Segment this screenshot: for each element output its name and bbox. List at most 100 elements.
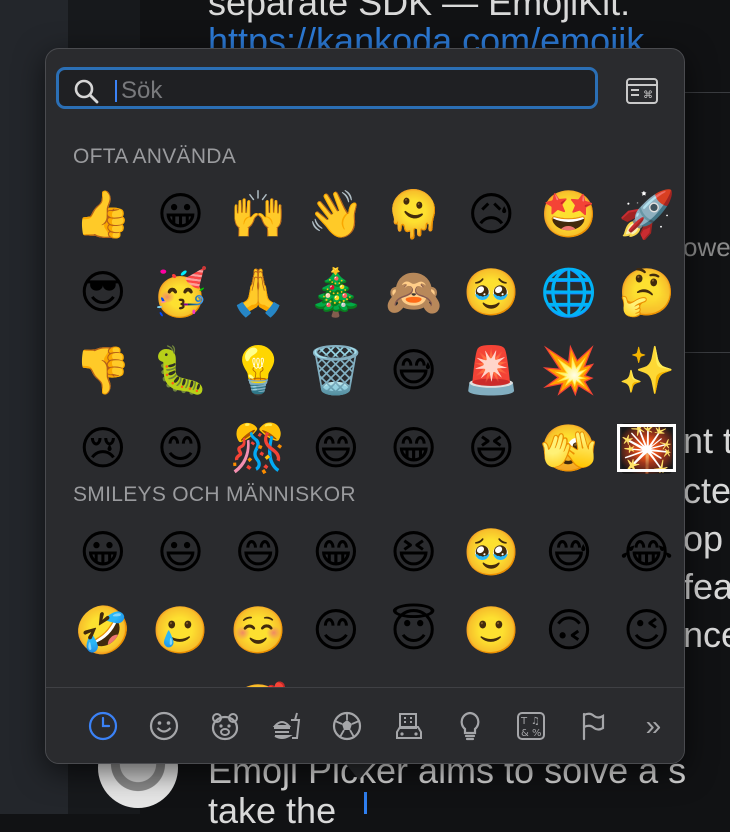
- tab-smileys[interactable]: [133, 695, 194, 757]
- emoji-glyph: 😊: [156, 421, 205, 475]
- emoji-button[interactable]: 😊: [297, 591, 375, 669]
- emoji-button[interactable]: 🥳: [142, 253, 220, 331]
- emoji-button[interactable]: 🎇: [608, 409, 684, 487]
- emoji-button[interactable]: 🚨: [452, 331, 530, 409]
- emoji-glyph: 🙏: [229, 265, 287, 319]
- tab-animals[interactable]: [194, 695, 255, 757]
- emoji-glyph: 🎄: [307, 265, 365, 319]
- flag-icon: [583, 712, 605, 740]
- emoji-button[interactable]: 🙂: [452, 591, 530, 669]
- emoji-button[interactable]: 🌐: [530, 253, 608, 331]
- emoji-button[interactable]: 🥹: [452, 513, 530, 591]
- svg-text:%: %: [532, 728, 542, 739]
- emoji-button[interactable]: 😃: [142, 513, 220, 591]
- emoji-button[interactable]: 😁: [375, 409, 453, 487]
- emoji-glyph: 😄: [311, 421, 360, 475]
- emoji-button[interactable]: 👎: [64, 331, 142, 409]
- emoji-button[interactable]: 🗑️: [297, 331, 375, 409]
- emoji-button[interactable]: 🙈: [375, 253, 453, 331]
- emoji-button[interactable]: 😉: [608, 591, 684, 669]
- emoji-button[interactable]: 🙌: [219, 175, 297, 253]
- emoji-glyph: 🤣: [74, 603, 132, 657]
- emoji-button[interactable]: 🥹: [452, 253, 530, 331]
- emoji-glyph: 😄: [234, 525, 283, 579]
- emoji-glyph: 😇: [389, 603, 438, 657]
- tab-symbols[interactable]: T ♫ &%: [500, 695, 561, 757]
- emoji-button[interactable]: 🚀: [608, 175, 684, 253]
- emoji-button[interactable]: 😅: [530, 513, 608, 591]
- character-viewer-icon[interactable]: ⌘: [626, 78, 658, 104]
- emoji-button[interactable]: 🎊: [219, 409, 297, 487]
- emoji-button[interactable]: 😥: [452, 175, 530, 253]
- emoji-glyph: 🙈: [384, 265, 443, 319]
- tab-travel[interactable]: [378, 695, 439, 757]
- svg-text:&: &: [521, 728, 529, 739]
- emoji-glyph: 😅: [544, 525, 593, 579]
- emoji-button[interactable]: 😢: [64, 409, 142, 487]
- emoji-glyph: 👋: [307, 187, 365, 241]
- emoji-button[interactable]: ✨: [608, 331, 684, 409]
- more-categories-button[interactable]: »: [623, 695, 684, 757]
- svg-text:♫: ♫: [531, 716, 540, 727]
- emoji-glyph: 🎇: [617, 421, 677, 475]
- emoji-button[interactable]: 😀: [64, 513, 142, 591]
- emoji-glyph: 🚨: [462, 343, 520, 397]
- tab-flags[interactable]: [562, 695, 623, 757]
- emoji-button[interactable]: 💡: [219, 331, 297, 409]
- symbols-icon: T ♫&%: [517, 711, 546, 740]
- emoji-glyph: 🐛: [151, 343, 210, 397]
- emoji-button[interactable]: 😆: [375, 513, 453, 591]
- emoji-button[interactable]: 🎄: [297, 253, 375, 331]
- emoji-button[interactable]: 😄: [297, 409, 375, 487]
- section-title-frequently-used: OFTA ANVÄNDA: [73, 145, 237, 168]
- emoji-glyph: 🙃: [544, 603, 593, 657]
- clock-icon: [88, 711, 117, 740]
- search-icon: [74, 79, 99, 104]
- emoji-button[interactable]: 😄: [219, 513, 297, 591]
- emoji-glyph: 💡: [229, 343, 287, 397]
- search-field[interactable]: [56, 67, 598, 109]
- emoji-button[interactable]: 👋: [297, 175, 375, 253]
- emoji-button[interactable]: 💥: [530, 331, 608, 409]
- emoji-button[interactable]: 🙏: [219, 253, 297, 331]
- emoji-glyph: 😀: [78, 525, 127, 579]
- emoji-button[interactable]: 👍: [64, 175, 142, 253]
- search-input[interactable]: [119, 74, 583, 108]
- tab-activity[interactable]: [317, 695, 378, 757]
- tab-recent[interactable]: [72, 695, 133, 757]
- emoji-button[interactable]: 😆: [452, 409, 530, 487]
- emoji-button[interactable]: 😇: [375, 591, 453, 669]
- emoji-button[interactable]: 😅: [375, 331, 453, 409]
- emoji-button[interactable]: 🐛: [142, 331, 220, 409]
- emoji-glyph: 🚀: [618, 187, 676, 241]
- emoji-button[interactable]: 🫣: [530, 409, 608, 487]
- emoji-button[interactable]: 🙃: [530, 591, 608, 669]
- tab-food[interactable]: [256, 695, 317, 757]
- emoji-button[interactable]: 😀: [142, 175, 220, 253]
- emoji-button[interactable]: 🫠: [375, 175, 453, 253]
- emoji-button[interactable]: 😎: [64, 253, 142, 331]
- emoji-button[interactable]: 🥲: [142, 591, 220, 669]
- svg-text:T: T: [520, 716, 528, 727]
- emoji-glyph: 😆: [389, 525, 438, 579]
- emoji-glyph: 😉: [622, 603, 671, 657]
- section-title-smileys: SMILEYS OCH MÄNNISKOR: [73, 483, 356, 506]
- emoji-glyph: 😂: [619, 525, 674, 579]
- emoji-button[interactable]: 😂: [608, 513, 684, 591]
- emoji-glyph: 🫣: [540, 421, 598, 475]
- emoji-button[interactable]: 🤩: [530, 175, 608, 253]
- emoji-glyph: 🗑️: [307, 343, 365, 397]
- emoji-button[interactable]: 😊: [142, 409, 220, 487]
- emoji-button[interactable]: 😁: [297, 513, 375, 591]
- emoji-picker: ⌘ OFTA ANVÄNDA 👍 😀 🙌 👋 🫠 😥 🤩 🚀 😎 🥳 🙏 🎄 🙈 🥹 🌐 🤔 👎 🐛 💡 🗑️ 😅 🚨 💥 ✨…: [45, 48, 685, 764]
- emoji-button[interactable]: 🤣: [64, 591, 142, 669]
- emoji-glyph: 🎊: [229, 421, 287, 475]
- emoji-glyph: 🤔: [618, 265, 676, 319]
- bear-icon: [211, 712, 239, 740]
- lightbulb-icon: [460, 711, 480, 740]
- emoji-button[interactable]: 🤔: [608, 253, 684, 331]
- emoji-button[interactable]: ☺️: [219, 591, 297, 669]
- emoji-glyph: 😢: [78, 421, 127, 475]
- tab-objects[interactable]: [439, 695, 500, 757]
- svg-text:⌘: ⌘: [643, 90, 653, 101]
